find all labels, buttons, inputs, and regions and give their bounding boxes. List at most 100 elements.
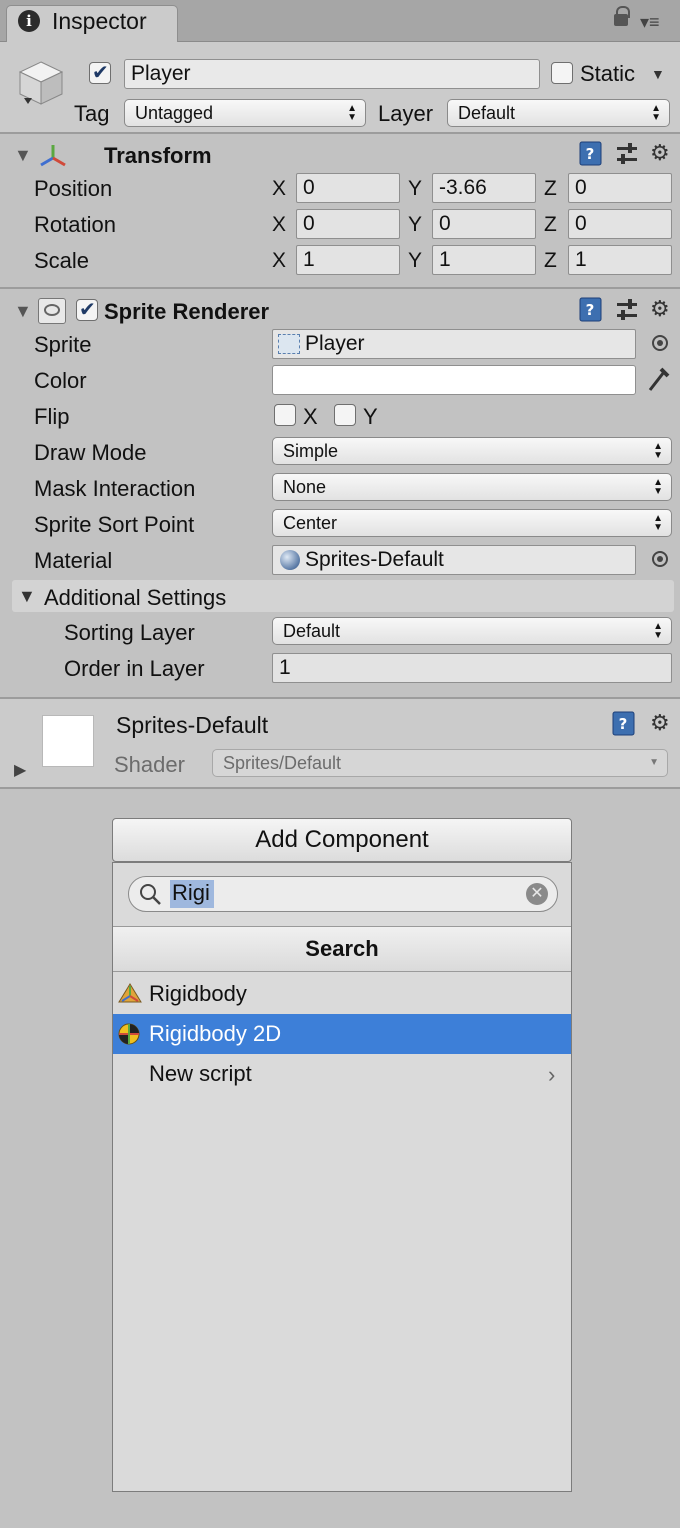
updown-arrow-icon: ▲ ▼ xyxy=(653,621,663,641)
flip-label: Flip xyxy=(34,404,70,429)
material-label: Material xyxy=(34,548,113,573)
eyedropper-icon[interactable] xyxy=(644,364,672,394)
flip-y-checkbox[interactable] xyxy=(334,404,356,426)
axis-y-label: Y xyxy=(408,213,423,236)
rotation-x-field[interactable]: 0 xyxy=(296,209,400,239)
sprite-sort-point-dropdown[interactable]: Center ▲ ▼ xyxy=(272,509,672,537)
sprite-sort-point-label: Sprite Sort Point xyxy=(34,512,195,537)
flip-x-label: X xyxy=(303,404,318,429)
list-item-new-script[interactable]: New script xyxy=(113,1054,571,1094)
object-picker-icon[interactable] xyxy=(652,551,668,567)
additional-settings-label: Additional Settings xyxy=(44,585,227,610)
axis-z-label: Z xyxy=(544,213,557,236)
scale-y-field[interactable]: 1 xyxy=(432,245,536,275)
shader-label: Shader xyxy=(114,752,185,777)
axis-z-label: Z xyxy=(544,177,557,200)
additional-settings-foldout-icon[interactable]: ▼ xyxy=(18,586,36,607)
active-checkbox[interactable] xyxy=(89,60,111,85)
position-z-field[interactable]: 0 xyxy=(568,173,672,203)
preset-sliders-icon[interactable] xyxy=(614,141,640,167)
search-results-header: Search xyxy=(113,926,571,972)
mask-interaction-dropdown[interactable]: None ▲ ▼ xyxy=(272,473,672,501)
draw-mode-dropdown[interactable]: Simple ▲ ▼ xyxy=(272,437,672,465)
draw-mode-label: Draw Mode xyxy=(34,440,147,465)
material-object-field[interactable]: Sprites-Default xyxy=(272,545,636,575)
updown-arrow-icon: ▲ ▼ xyxy=(653,513,663,533)
clear-search-icon[interactable]: ✕ xyxy=(526,883,548,905)
sorting-layer-label: Sorting Layer xyxy=(64,620,195,645)
add-component-button[interactable]: Add Component xyxy=(112,818,572,862)
sprite-value: Player xyxy=(305,332,365,355)
layer-label: Layer xyxy=(378,101,434,126)
sorting-layer-dropdown[interactable]: Default ▲ ▼ xyxy=(272,617,672,645)
help-book-icon[interactable]: ? xyxy=(578,141,604,167)
sprite-renderer-foldout-icon[interactable]: ▼ xyxy=(14,301,32,322)
material-sphere-icon xyxy=(280,550,300,570)
list-item-rigidbody[interactable]: Rigidbody xyxy=(113,974,571,1014)
static-checkbox[interactable] xyxy=(551,62,573,84)
flip-x-checkbox[interactable] xyxy=(274,404,296,426)
draw-mode-value: Simple xyxy=(283,441,339,461)
search-icon xyxy=(140,884,161,905)
sprite-object-field[interactable]: Player xyxy=(272,329,636,359)
material-name: Sprites-Default xyxy=(116,712,269,738)
scale-z-field[interactable]: 1 xyxy=(568,245,672,275)
scale-x-field[interactable]: 1 xyxy=(296,245,400,275)
help-book-icon[interactable]: ? xyxy=(578,297,604,323)
axis-y-label: Y xyxy=(408,249,423,272)
sprite-label: Sprite xyxy=(34,332,92,357)
position-x-field[interactable]: 0 xyxy=(296,173,400,203)
mask-interaction-label: Mask Interaction xyxy=(34,476,196,501)
sprite-renderer-enabled-checkbox[interactable] xyxy=(76,297,98,322)
preset-sliders-icon[interactable] xyxy=(614,297,640,323)
axis-x-label: X xyxy=(272,177,287,200)
position-label: Position xyxy=(34,176,113,201)
sprite-renderer-title: Sprite Renderer xyxy=(104,299,270,324)
item-label: Rigidbody xyxy=(149,981,247,1006)
axis-y-label: Y xyxy=(408,177,423,200)
axis-x-label: X xyxy=(272,249,287,272)
tag-label: Tag xyxy=(74,101,110,126)
tag-dropdown[interactable]: Untagged ▲ ▼ xyxy=(124,99,366,127)
layer-dropdown[interactable]: Default ▲ ▼ xyxy=(447,99,670,127)
help-book-icon[interactable]: ? xyxy=(611,711,637,737)
list-item-rigidbody-2d[interactable]: Rigidbody 2D xyxy=(113,1014,571,1054)
material-foldout-icon[interactable]: ▶ xyxy=(14,760,26,780)
rotation-y-field[interactable]: 0 xyxy=(432,209,536,239)
sorting-layer-value: Default xyxy=(283,621,341,641)
static-label: Static xyxy=(580,61,636,86)
dropdown-arrow-icon: ▼ xyxy=(649,757,659,768)
item-label: Rigidbody 2D xyxy=(149,1021,282,1046)
sprite-renderer-icon xyxy=(38,298,66,324)
order-in-layer-field[interactable]: 1 xyxy=(272,653,672,683)
section-divider xyxy=(0,287,680,289)
static-dropdown-icon[interactable]: ▼ xyxy=(651,66,665,82)
settings-gear-icon[interactable]: ⚙ xyxy=(650,296,670,322)
settings-gear-icon[interactable]: ⚙ xyxy=(650,140,670,166)
svg-text:?: ? xyxy=(586,145,595,163)
chevron-right-icon: › xyxy=(548,1062,556,1087)
rotation-z-field[interactable]: 0 xyxy=(568,209,672,239)
settings-gear-icon[interactable]: ⚙ xyxy=(650,710,670,736)
layer-value: Default xyxy=(458,103,516,123)
tab-menu-icon[interactable]: ▾≡ xyxy=(640,13,660,31)
gameobject-name-field[interactable]: Player xyxy=(124,59,540,89)
sprite-sort-point-value: Center xyxy=(283,513,338,533)
svg-text:?: ? xyxy=(586,301,595,319)
gameobject-cube-icon xyxy=(18,61,64,105)
transform-title: Transform xyxy=(104,143,212,168)
shader-dropdown[interactable]: Sprites/Default ▼ xyxy=(212,749,668,777)
svg-text:?: ? xyxy=(619,715,628,733)
order-in-layer-label: Order in Layer xyxy=(64,656,205,681)
updown-arrow-icon: ▲ ▼ xyxy=(651,103,661,123)
transform-foldout-icon[interactable]: ▼ xyxy=(14,145,32,166)
updown-arrow-icon: ▲ ▼ xyxy=(653,441,663,461)
color-label: Color xyxy=(34,368,87,393)
position-y-field[interactable]: -3.66 xyxy=(432,173,536,203)
color-swatch-field[interactable] xyxy=(272,365,636,395)
lock-icon[interactable] xyxy=(614,6,630,26)
object-picker-icon[interactable] xyxy=(652,335,668,351)
tag-value: Untagged xyxy=(135,103,214,123)
transform-icon xyxy=(40,145,66,167)
material-value: Sprites-Default xyxy=(305,548,444,571)
